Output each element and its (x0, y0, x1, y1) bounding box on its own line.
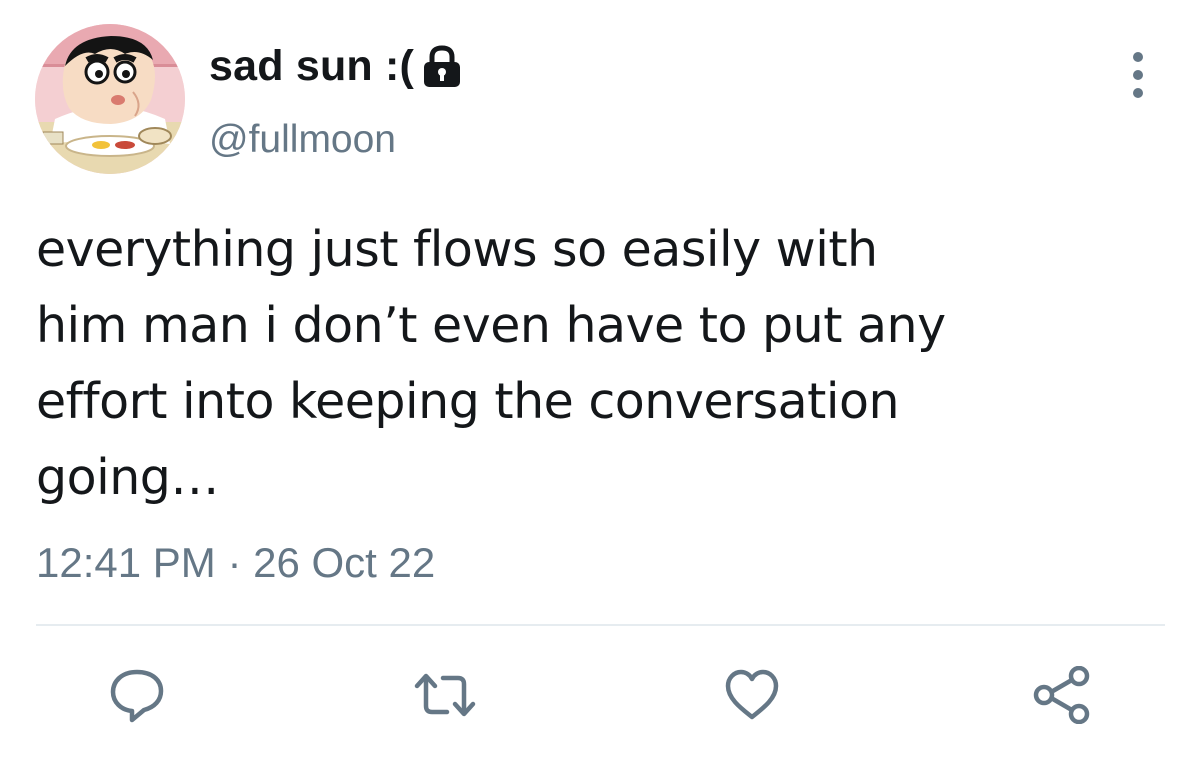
user-handle[interactable]: @fullmoon (209, 118, 396, 162)
more-dot-icon (1133, 52, 1143, 62)
more-dot-icon (1133, 88, 1143, 98)
retweet-button[interactable] (413, 663, 477, 727)
display-name[interactable]: sad sun :( (209, 42, 414, 91)
tweet-text: everything just flows so easily with him… (36, 212, 1166, 516)
tweet-text-line: him man i don’t even have to put any (36, 297, 946, 354)
tweet-timestamp[interactable]: 12:41 PM · 26 Oct 22 (36, 539, 435, 587)
retweet-arrows-icon (414, 673, 476, 717)
display-name-row[interactable]: sad sun :( (209, 40, 464, 92)
like-button[interactable] (720, 663, 784, 727)
tweet-text-line: going… (36, 449, 219, 506)
divider (36, 624, 1165, 626)
more-dot-icon (1133, 70, 1143, 80)
share-nodes-icon (1033, 666, 1090, 724)
reply-button[interactable] (105, 663, 169, 727)
more-options-button[interactable] (1118, 48, 1158, 102)
speech-bubble-icon (110, 669, 164, 723)
cartoon-boy-avatar-image (35, 24, 185, 174)
lock-icon (424, 45, 461, 87)
avatar[interactable] (35, 24, 185, 174)
tweet-text-line: everything just flows so easily with (36, 221, 878, 278)
heart-icon (725, 669, 779, 720)
share-button[interactable] (1030, 663, 1094, 727)
tweet-card: sad sun :( @fullmoon everything just flo… (0, 0, 1200, 783)
tweet-text-line: effort into keeping the conversation (36, 373, 900, 430)
